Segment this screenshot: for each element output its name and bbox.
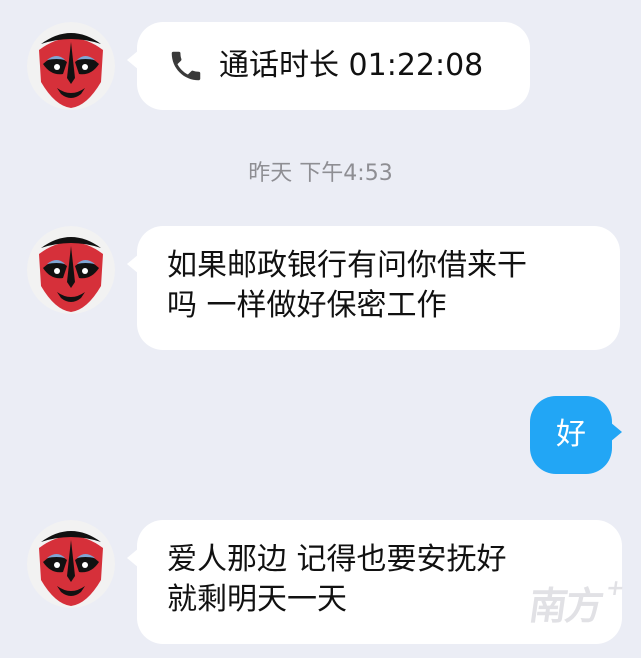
watermark-text: 南方 <box>526 583 605 628</box>
message-bubble-call-record[interactable]: 通话时长 01:22:08 <box>127 22 530 110</box>
call-duration-text: 通话时长 01:22:08 <box>219 48 484 83</box>
message-text: 好 <box>556 417 586 452</box>
contact-avatar-opera-mask[interactable] <box>27 226 115 314</box>
message-text-line: 爱人那边 记得也要安抚好 <box>167 542 507 577</box>
watermark-logo: 南方+ <box>526 575 624 630</box>
phone-icon <box>171 51 201 81</box>
contact-avatar-opera-mask[interactable] <box>27 520 115 608</box>
contact-avatar-opera-mask[interactable] <box>27 22 115 110</box>
message-text-line: 吗 一样做好保密工作 <box>167 288 447 323</box>
message-text-line: 如果邮政银行有问你借来干 <box>167 248 527 283</box>
message-bubble-outgoing[interactable]: 好 <box>530 396 622 474</box>
message-bubble-incoming[interactable]: 如果邮政银行有问你借来干 吗 一样做好保密工作 <box>127 226 620 350</box>
message-timestamp: 昨天 下午4:53 <box>248 161 393 186</box>
